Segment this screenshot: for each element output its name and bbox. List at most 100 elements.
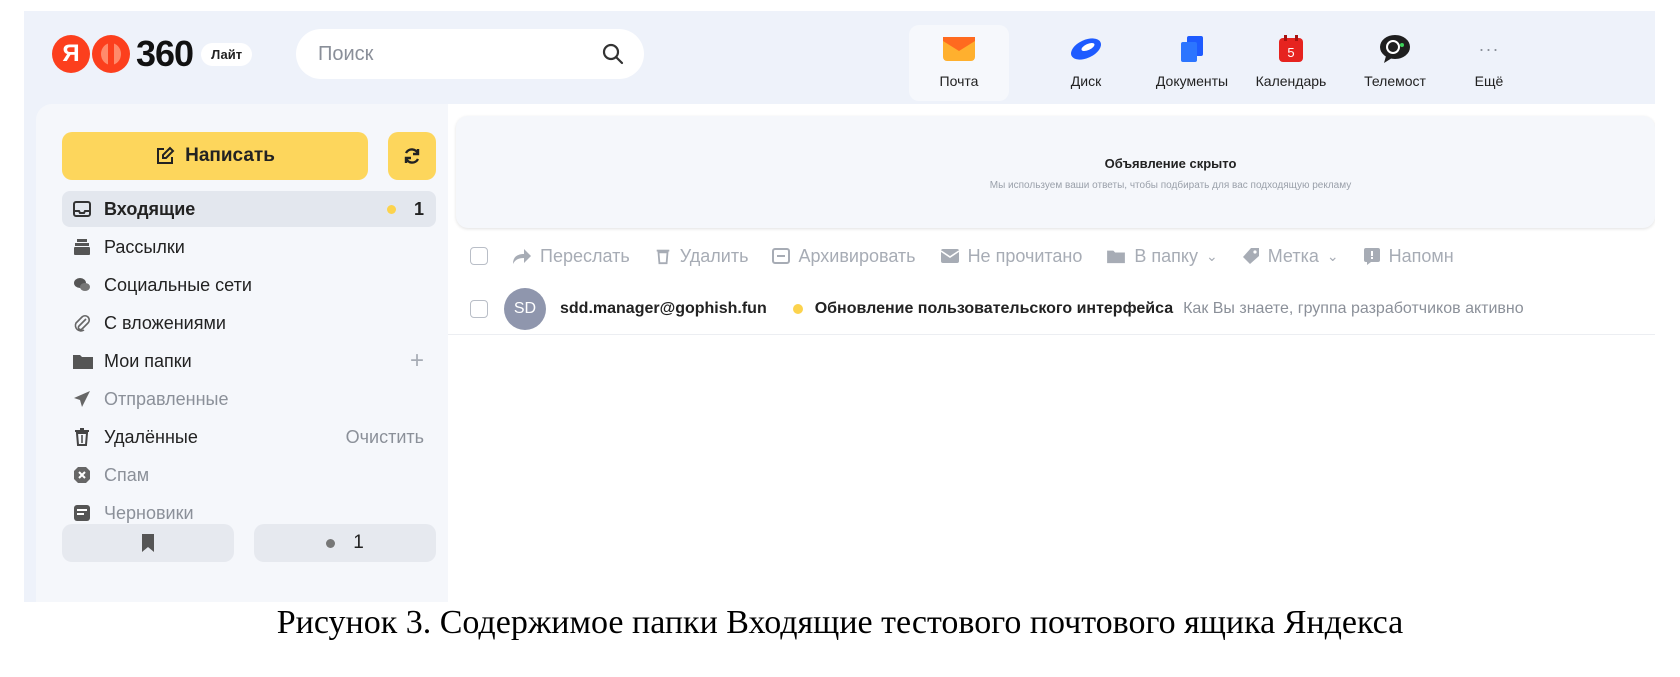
folder-icon xyxy=(72,352,100,370)
ad-subtitle: Мы используем ваши ответы, чтобы подбира… xyxy=(989,180,1352,191)
mail-icon xyxy=(942,31,976,67)
message-list-panel: Объявление скрыто Мы используем ваши отв… xyxy=(448,104,1655,602)
avatar: SD xyxy=(504,288,546,330)
folder-attachments[interactable]: С вложениями xyxy=(62,305,436,341)
folder-label: Мои папки xyxy=(104,350,192,371)
search-placeholder: Поиск xyxy=(318,43,374,65)
folder-social[interactable]: Социальные сети xyxy=(62,267,436,303)
compose-label: Написать xyxy=(185,145,275,166)
folder-trash[interactable]: Удалённые Очистить xyxy=(62,419,436,455)
yandex-360-logo[interactable]: Я 360 Лайт xyxy=(52,33,253,75)
trash-icon xyxy=(72,427,100,447)
message-row[interactable]: SD sdd.manager@gophish.fun Обновление по… xyxy=(448,284,1655,335)
refresh-icon xyxy=(404,148,420,164)
folder-label: Черновики xyxy=(104,502,194,523)
social-icon xyxy=(72,275,100,295)
service-more[interactable]: ··· Ещё xyxy=(1439,25,1539,101)
refresh-button[interactable] xyxy=(388,132,436,180)
message-sender: sdd.manager@gophish.fun xyxy=(560,300,767,317)
compose-button[interactable]: Написать xyxy=(62,132,368,180)
unread-filter-count: 1 xyxy=(353,532,364,553)
spam-icon xyxy=(72,465,100,485)
logo-360-text: 360 xyxy=(136,33,194,74)
service-disk[interactable]: Диск xyxy=(1036,25,1136,101)
more-icon: ··· xyxy=(1478,38,1500,59)
unread-filter-button[interactable]: 1 xyxy=(254,524,436,562)
unread-dot-icon xyxy=(326,538,336,548)
delete-button[interactable]: Удалить xyxy=(654,245,749,267)
forward-label: Переслать xyxy=(540,245,630,266)
service-label: Документы xyxy=(1155,73,1229,89)
bookmark-icon xyxy=(142,534,154,552)
inbox-icon xyxy=(72,199,100,219)
drafts-icon xyxy=(72,503,100,523)
service-label: Телемост xyxy=(1364,73,1426,89)
message-checkbox[interactable] xyxy=(470,300,488,318)
archive-label: Архивировать xyxy=(798,245,916,266)
folder-inbox[interactable]: Входящие 1 xyxy=(62,191,436,227)
folder-label: Отправленные xyxy=(104,388,229,409)
folder-my-folders[interactable]: Мои папки + xyxy=(62,343,436,379)
service-label: Диск xyxy=(1070,73,1102,89)
delete-label: Удалить xyxy=(679,245,749,266)
message-toolbar: Переслать Удалить Архивировать Не прочит… xyxy=(448,234,1655,278)
mail-window: Я 360 Лайт Поиск Почта Диск Документы 5 … xyxy=(24,11,1655,602)
forward-button[interactable]: Переслать xyxy=(512,246,630,267)
folder-label: Рассылки xyxy=(104,236,185,257)
documents-icon xyxy=(1177,31,1207,67)
chevron-down-icon: ⌄ xyxy=(1205,247,1218,264)
unread-count: 1 xyxy=(386,198,424,220)
label-button[interactable]: Метка ⌄ xyxy=(1242,246,1339,267)
label-label: Метка xyxy=(1267,245,1319,266)
search-icon[interactable] xyxy=(600,41,626,72)
remind-label: Напомн xyxy=(1388,245,1454,266)
bookmarks-button[interactable] xyxy=(62,524,234,562)
archive-button[interactable]: Архивировать xyxy=(772,245,916,267)
select-all-checkbox[interactable] xyxy=(470,247,488,265)
message-subject: Обновление пользовательского интерфейса xyxy=(814,300,1174,317)
sidebar: Написать Входящие 1 Рассылки Социальные … xyxy=(36,104,448,602)
inbox-count: 1 xyxy=(413,198,424,219)
folder-newsletters[interactable]: Рассылки xyxy=(62,229,436,265)
remind-button[interactable]: Напомн xyxy=(1363,246,1454,267)
service-telemost[interactable]: Телемост xyxy=(1345,25,1445,101)
service-mail[interactable]: Почта xyxy=(909,25,1009,101)
newsletters-icon xyxy=(72,237,100,257)
forward-icon xyxy=(513,249,531,264)
chevron-down-icon: ⌄ xyxy=(1326,247,1339,264)
ad-banner: Объявление скрыто Мы используем ваши отв… xyxy=(456,116,1655,228)
calendar-badge: 5 xyxy=(1287,45,1294,60)
folder-label: С вложениями xyxy=(104,312,226,333)
message-snippet: Как Вы знаете, группа разработчиков акти… xyxy=(1183,300,1524,317)
folder-icon xyxy=(1107,250,1126,264)
service-calendar[interactable]: 5 Календарь xyxy=(1241,25,1341,101)
mark-unread-label: Не прочитано xyxy=(967,245,1083,266)
clear-trash-button[interactable]: Очистить xyxy=(346,427,424,448)
folder-label: Удалённые xyxy=(104,426,198,447)
move-to-folder-label: В папку xyxy=(1134,245,1198,266)
mail-logo-icon xyxy=(92,35,130,73)
lite-badge: Лайт xyxy=(201,42,253,66)
mark-unread-button[interactable]: Не прочитано xyxy=(940,245,1083,267)
add-folder-icon[interactable]: + xyxy=(410,347,424,375)
folder-label: Входящие xyxy=(104,198,196,219)
unread-dot-icon[interactable] xyxy=(792,304,803,314)
archive-icon xyxy=(772,248,791,264)
move-to-folder-button[interactable]: В папку ⌄ xyxy=(1106,245,1218,267)
yandex-logo-icon: Я xyxy=(52,35,90,73)
folder-spam[interactable]: Спам xyxy=(62,457,436,493)
telemost-icon xyxy=(1378,31,1412,67)
search-input[interactable]: Поиск xyxy=(296,29,644,79)
sent-icon xyxy=(72,389,100,409)
disk-icon xyxy=(1068,31,1104,67)
envelope-icon xyxy=(940,249,960,263)
calendar-icon: 5 xyxy=(1276,31,1306,67)
service-label: Почта xyxy=(939,73,979,89)
unread-dot-icon xyxy=(386,204,396,214)
folder-sent[interactable]: Отправленные xyxy=(62,381,436,417)
service-label: Ещё xyxy=(1474,73,1504,89)
service-documents[interactable]: Документы xyxy=(1142,25,1242,101)
folder-label: Социальные сети xyxy=(104,274,252,295)
service-label: Календарь xyxy=(1255,73,1327,89)
figure-caption: Рисунок 3. Содержимое папки Входящие тес… xyxy=(276,604,1404,641)
